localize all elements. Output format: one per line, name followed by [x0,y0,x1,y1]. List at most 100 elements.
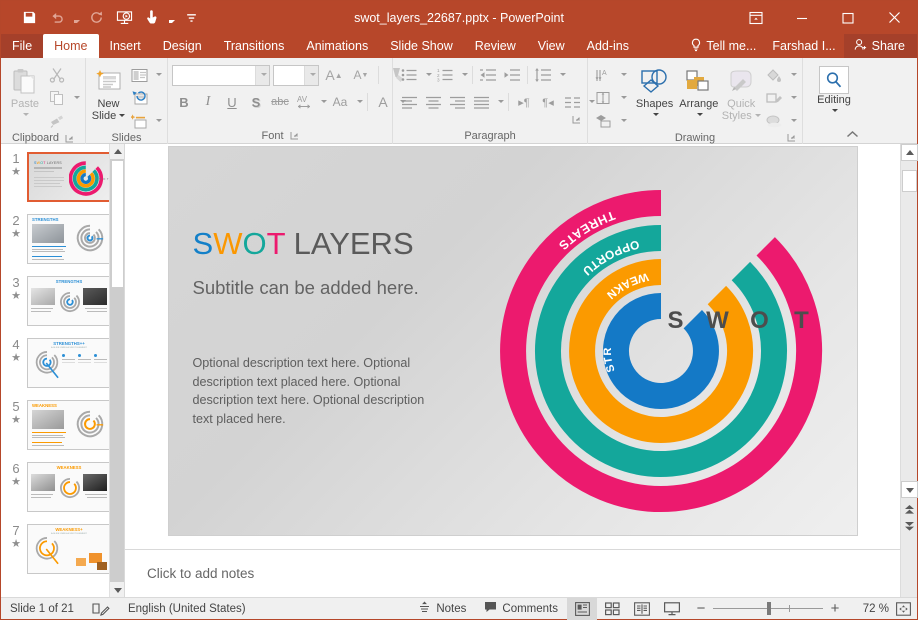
cut-button[interactable] [45,64,69,86]
underline-button[interactable]: U [220,91,244,113]
change-case-dropdown-icon[interactable] [352,91,364,113]
font-dialog-launcher[interactable] [290,131,299,140]
clipboard-dialog-launcher[interactable] [65,134,74,143]
format-painter-button[interactable] [45,110,69,132]
fit-to-window-button[interactable] [889,598,917,620]
customize-qat-icon[interactable] [177,5,205,31]
copy-button[interactable] [45,87,69,109]
tab-home[interactable]: Home [43,34,99,58]
slide-thumbnail-2[interactable]: STRENGTHS [27,214,111,264]
bullets-dropdown-icon[interactable] [421,64,433,86]
canvas-scroll-thumb[interactable] [902,170,917,192]
current-slide[interactable]: SWOT LAYERS Subtitle can be added here. … [168,147,857,535]
shape-fill-dropdown-icon[interactable] [786,64,798,86]
minimize-icon[interactable] [779,1,825,34]
reading-view-button[interactable] [627,598,657,620]
shape-effects-button[interactable] [762,110,786,132]
close-icon[interactable] [871,1,917,34]
previous-slide-button[interactable] [901,502,918,517]
comments-button[interactable]: Comments [475,598,567,620]
numbering-dropdown-icon[interactable] [457,64,469,86]
columns-button[interactable] [560,91,584,113]
spell-check-button[interactable] [83,598,119,620]
tell-me-box[interactable]: Tell me... [682,38,764,55]
thumbnail-row[interactable]: 7 ★ WEAKNESS+ A SLIDE USING A SWOT ELEMEN… [1,524,124,586]
zoom-slider[interactable]: − + [687,600,849,617]
italic-button[interactable]: I [196,91,220,113]
zoom-in-button[interactable]: + [829,600,841,617]
slide-thumbnail-3[interactable]: STRENGTHS [27,276,111,326]
arrange-dropdown-icon[interactable] [616,110,628,132]
bold-button[interactable]: B [172,91,196,113]
font-size-dropdown-icon[interactable] [304,65,318,85]
next-slide-button[interactable] [901,519,918,534]
justify-button[interactable] [469,91,493,113]
reset-button[interactable] [127,87,151,109]
thumbnail-scroll-up-icon[interactable] [110,144,124,159]
tab-insert[interactable]: Insert [99,34,152,58]
maximize-icon[interactable] [825,1,871,34]
thumbnail-scroll-down-icon[interactable] [110,582,124,597]
arrange-objects-button[interactable] [592,110,616,132]
collapse-ribbon-button[interactable] [846,128,859,142]
arrange-button[interactable]: Arrange [677,62,720,118]
quick-styles-button[interactable]: Quick Styles [720,62,762,122]
thumbnail-row[interactable]: 4 ★ STRENGTHS++ A SLIDE USING A SWOT ELEM… [1,338,124,400]
align-center-button[interactable] [421,91,445,113]
share-button[interactable]: Share [843,34,917,58]
section-button[interactable] [127,110,151,132]
thumbnail-scrollbar[interactable] [109,144,124,597]
numbering-button[interactable]: 123 [433,64,457,86]
normal-view-button[interactable] [567,597,597,620]
slide-sorter-view-button[interactable] [597,598,627,620]
arrange-button-dropdown-icon[interactable] [697,113,704,116]
start-presentation-icon[interactable] [110,5,138,31]
align-right-button[interactable] [445,91,469,113]
shape-outline-dropdown-icon[interactable] [786,87,798,109]
slide-subtitle[interactable]: Subtitle can be added here. [193,275,445,301]
character-spacing-button[interactable]: AV [292,91,316,113]
tab-add-ins[interactable]: Add-ins [576,34,640,58]
drawing-dialog-launcher[interactable] [787,133,796,142]
text-direction-button[interactable]: ▸¶ [512,91,536,113]
align-dropdown-icon[interactable] [616,87,628,109]
line-spacing-button[interactable] [531,64,555,86]
shrink-font-button[interactable]: A ▼ [349,64,373,86]
copy-dropdown-icon[interactable] [69,87,81,109]
touch-mode-icon[interactable] [138,5,166,31]
tab-transitions[interactable]: Transitions [213,34,296,58]
paste-button[interactable]: Paste [5,62,45,118]
bullets-button[interactable] [397,64,421,86]
undo-icon[interactable] [43,5,71,31]
thumbnail-scroll-thumb[interactable] [111,160,124,288]
swot-diagram[interactable]: THREATS OPPORTUNITIES WEAKNESSES STRENGT… [460,147,857,535]
convert-smartart-button[interactable]: A [592,64,616,86]
editing-button[interactable]: Editing [808,62,860,114]
shapes-button[interactable]: Shapes [632,62,677,118]
undo-dropdown-icon[interactable] [71,5,82,31]
slide-count[interactable]: Slide 1 of 21 [1,598,83,620]
zoom-handle[interactable] [767,602,771,615]
shape-fill-button[interactable] [762,64,786,86]
slide-thumbnail-4[interactable]: STRENGTHS++ A SLIDE USING A SWOT ELEMENT [27,338,111,388]
notes-button[interactable]: Notes [409,598,475,620]
slide-description[interactable]: Optional description text here. Optional… [193,354,443,428]
font-size-input[interactable] [273,64,319,86]
layout-dropdown-icon[interactable] [151,64,163,86]
tab-review[interactable]: Review [464,34,527,58]
layout-button[interactable] [127,64,151,86]
thumbnail-row[interactable]: 2 ★ STRENGTHS [1,214,124,276]
paragraph-dialog-launcher[interactable] [572,115,581,124]
shape-effects-dropdown-icon[interactable] [786,110,798,132]
justify-dropdown-icon[interactable] [493,91,505,113]
tab-view[interactable]: View [527,34,576,58]
canvas-scroll-down-icon[interactable] [901,481,918,498]
new-slide-button[interactable]: New Slide [90,62,127,122]
font-name-dropdown-icon[interactable] [255,65,269,85]
change-case-button[interactable]: Aa [328,91,352,113]
tab-animations[interactable]: Animations [295,34,379,58]
notes-pane[interactable]: Click to add notes [125,549,900,597]
editing-dropdown-icon[interactable] [832,109,839,112]
text-shadow-button[interactable]: S [244,91,268,113]
thumbnail-row[interactable]: 1 ★ SWOT LAYERS SWOT [1,152,124,214]
